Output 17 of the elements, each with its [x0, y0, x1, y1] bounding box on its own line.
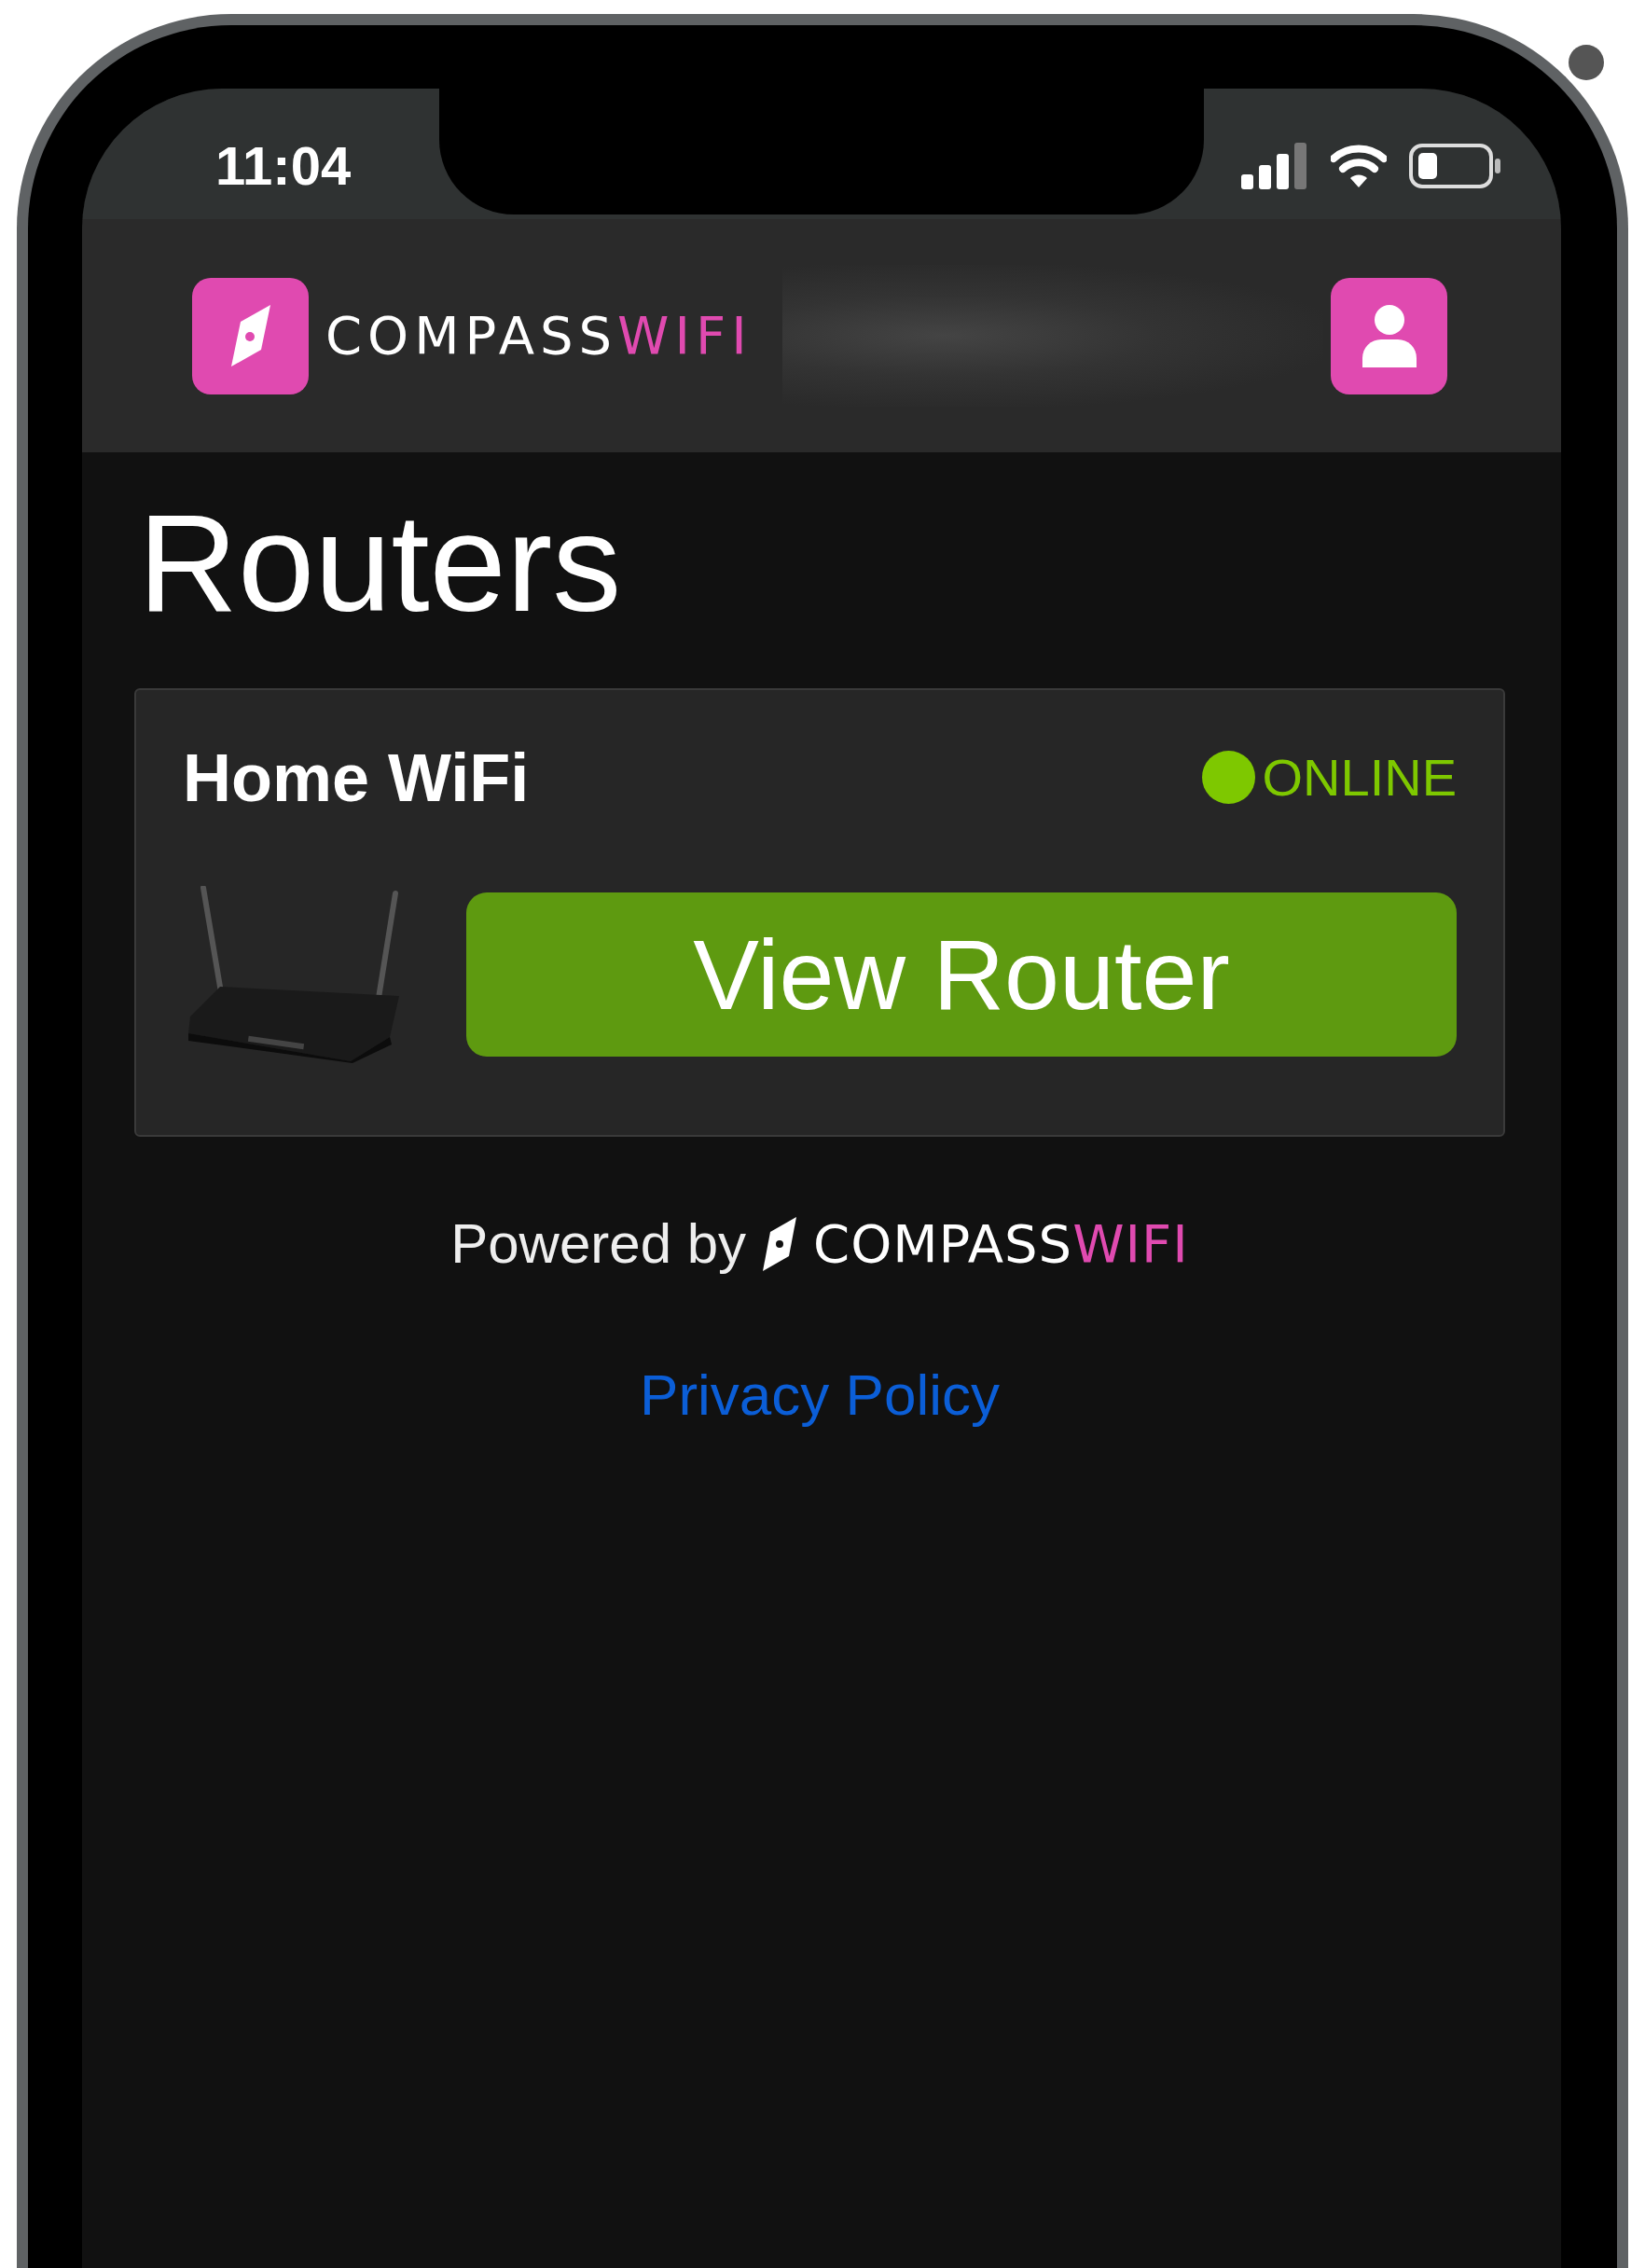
person-icon: [1360, 304, 1418, 367]
status-time: 11:04: [215, 134, 352, 198]
privacy-policy-link[interactable]: Privacy Policy: [640, 1350, 1000, 1438]
brand-name: COMPASSWIFI: [813, 1211, 1189, 1276]
view-router-button[interactable]: View Router: [466, 892, 1457, 1057]
battery-icon: [1409, 142, 1502, 189]
compass-logo-icon: [761, 1214, 799, 1273]
router-name: Home WiFi: [183, 739, 530, 817]
profile-button[interactable]: [1331, 277, 1447, 394]
router-status: ONLINE: [1262, 746, 1457, 809]
powered-by-text: Powered by: [450, 1210, 747, 1277]
wifi-icon: [1331, 143, 1387, 188]
compass-logo-icon: [192, 277, 309, 394]
signal-icon: [1241, 142, 1308, 189]
indicator-dot: [1569, 45, 1604, 80]
brand-name: COMPASSWIFI: [325, 304, 753, 367]
page-title: Routers: [138, 485, 623, 642]
